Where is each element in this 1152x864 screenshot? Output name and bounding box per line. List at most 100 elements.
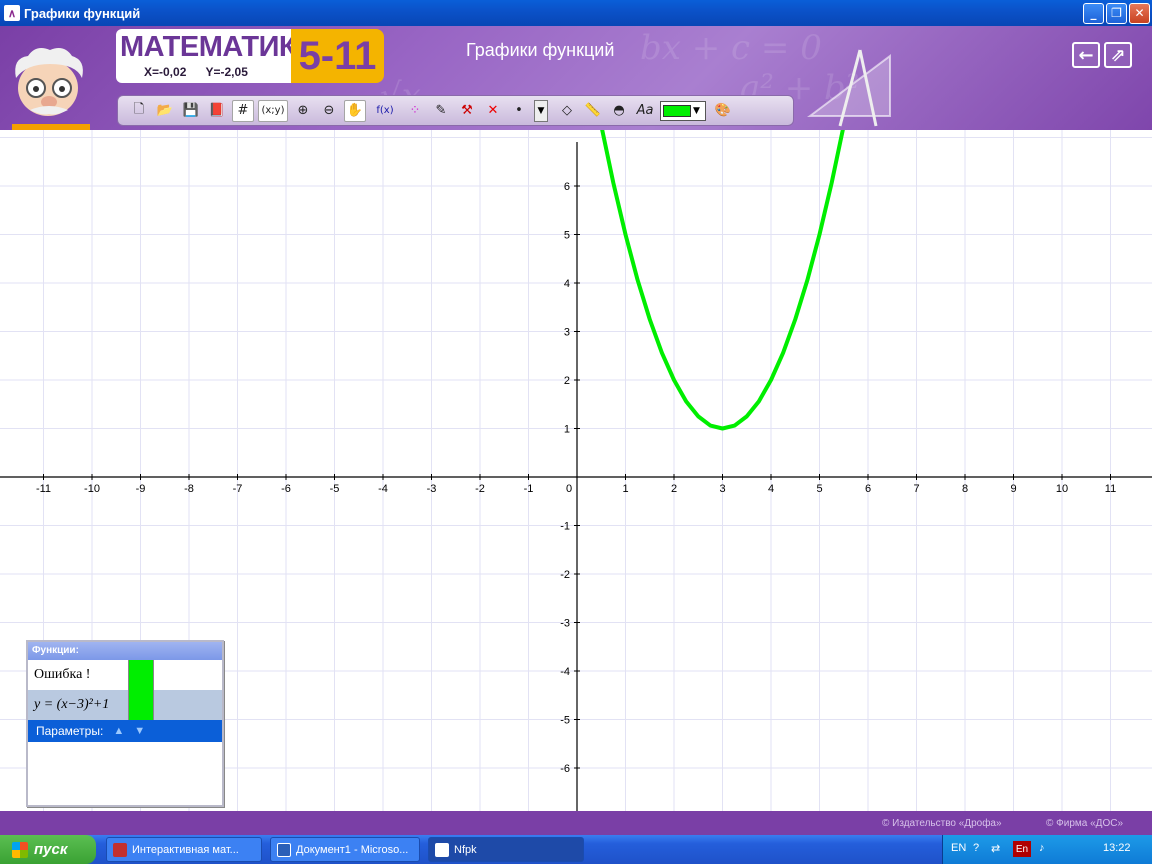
- close-button[interactable]: ✕: [1129, 2, 1150, 24]
- palette-icon: 🎨: [714, 103, 732, 118]
- x-tick-label: -7: [233, 483, 243, 495]
- functions-panel-header: Функции:: [28, 642, 222, 660]
- minimize-button[interactable]: _: [1083, 2, 1104, 24]
- help-icon[interactable]: ?: [973, 842, 979, 854]
- points-button[interactable]: ⁘: [404, 100, 426, 122]
- point-style-dropdown[interactable]: ▼: [534, 99, 548, 122]
- publisher-credit: © Издательство «Дрофа»: [882, 818, 1002, 829]
- protractor-button[interactable]: ◓: [608, 100, 630, 122]
- new-file-button[interactable]: 🗋: [128, 100, 150, 122]
- grid-icon: #: [237, 103, 249, 118]
- expand-button[interactable]: ⇗: [1104, 42, 1132, 68]
- x-tick-label: -8: [184, 483, 194, 495]
- parameters-bar[interactable]: Параметры: ▲ ▼: [28, 720, 222, 742]
- chevron-down-icon: ▼: [537, 105, 545, 116]
- hammer-icon: ⚒: [461, 103, 473, 118]
- point-style-button[interactable]: •: [508, 100, 530, 122]
- start-button[interactable]: пуск: [0, 835, 96, 864]
- eraser-button[interactable]: ◇: [556, 100, 578, 122]
- app-icon: [435, 842, 449, 857]
- x-tick-label: 6: [865, 483, 871, 495]
- keyboard-layout-icon[interactable]: En: [1013, 841, 1031, 857]
- word-document-icon: [277, 842, 291, 857]
- logo-grades: 5-11: [291, 29, 384, 83]
- delete-button[interactable]: ✕: [482, 100, 504, 122]
- x-tick-label: 0: [566, 483, 572, 495]
- company-credit: © Фирма «ДОС»: [1046, 818, 1124, 829]
- x-tick-label: -1: [524, 483, 534, 495]
- arrow-up-icon[interactable]: ▲: [113, 725, 124, 737]
- system-tray: EN ? ⇄ En ♪ 13:22: [942, 835, 1152, 864]
- protractor-icon: ◓: [613, 103, 625, 118]
- open-file-button[interactable]: 📂: [154, 100, 176, 122]
- pen-icon: ✎: [435, 103, 447, 118]
- x-tick-label: 2: [671, 483, 677, 495]
- app-icon: [113, 842, 127, 857]
- book-icon: 📕: [208, 103, 226, 118]
- x-tick-label: -5: [330, 483, 340, 495]
- function-color-swatch[interactable]: [128, 660, 154, 690]
- x-tick-label: -11: [36, 483, 51, 495]
- x-tick-label: -9: [136, 483, 146, 495]
- language-indicator[interactable]: EN: [951, 842, 966, 854]
- x-tick-label: 11: [1105, 483, 1116, 495]
- y-tick-label: -4: [560, 666, 570, 678]
- toolbar: 🗋 📂 💾 📕 # (x;y) ⊕ ⊖ ✋ f(x) ⁘ ✎ ⚒ ✕ • ▼ ◇…: [117, 95, 794, 126]
- parameters-label: Параметры:: [36, 724, 104, 738]
- floppy-icon: 💾: [182, 103, 200, 118]
- zoom-out-button[interactable]: ⊖: [318, 100, 340, 122]
- app-title: Графики функций: [466, 40, 615, 60]
- back-button[interactable]: ←: [1072, 42, 1100, 68]
- taskbar-item[interactable]: Nfpk: [428, 837, 584, 862]
- palette-button[interactable]: 🎨: [712, 100, 734, 122]
- x-tick-label: -6: [281, 483, 291, 495]
- line-color-select[interactable]: ▼: [660, 100, 706, 121]
- formula-decoration: bx + c = 0: [640, 28, 822, 68]
- logo-title: МАТЕМАТИКА: [120, 31, 317, 63]
- book-button[interactable]: 📕: [206, 100, 228, 122]
- function-row[interactable]: y = (x−3)²+1: [28, 690, 222, 720]
- points-icon: ⁘: [409, 103, 421, 118]
- open-folder-icon: 📂: [156, 103, 174, 118]
- text-button[interactable]: Aa: [634, 100, 656, 122]
- tools-button[interactable]: ⚒: [456, 100, 478, 122]
- function-color-swatch[interactable]: [128, 690, 154, 720]
- draw-button[interactable]: ✎: [430, 100, 452, 122]
- professor-mascot-icon: [12, 48, 90, 130]
- x-tick-label: 8: [962, 483, 968, 495]
- cursor-x: X=-0,02: [144, 65, 187, 79]
- arrow-down-icon[interactable]: ▼: [134, 725, 145, 737]
- zoom-out-icon: ⊖: [323, 103, 335, 118]
- x-tick-label: -2: [475, 483, 485, 495]
- restore-button[interactable]: ❐: [1106, 2, 1127, 24]
- window-titlebar[interactable]: ∧ Графики функций _ ❐ ✕: [0, 0, 1152, 26]
- volume-icon[interactable]: ♪: [1039, 842, 1045, 854]
- clock: 13:22: [1103, 842, 1131, 854]
- function-row[interactable]: Ошибка !: [28, 660, 222, 690]
- coords-toggle-button[interactable]: (x;y): [258, 99, 288, 122]
- x-tick-label: 9: [1010, 483, 1016, 495]
- taskbar-item-label: Интерактивная мат...: [132, 843, 239, 856]
- x-tick-label: -3: [427, 483, 437, 495]
- window-title: Графики функций: [24, 5, 141, 21]
- ruler-button[interactable]: 📏: [582, 100, 604, 122]
- network-icon[interactable]: ⇄: [991, 842, 1000, 855]
- y-tick-label: 4: [564, 278, 570, 290]
- y-tick-label: -3: [560, 618, 570, 630]
- save-button[interactable]: 💾: [180, 100, 202, 122]
- y-tick-label: 6: [564, 181, 570, 193]
- expand-icon: ⇗: [1110, 44, 1126, 66]
- add-function-button[interactable]: f(x): [370, 100, 400, 122]
- x-tick-label: 1: [622, 483, 628, 495]
- pan-button[interactable]: ✋: [344, 99, 366, 122]
- taskbar-item[interactable]: Интерактивная мат...: [106, 837, 262, 862]
- x-tick-label: 7: [913, 483, 919, 495]
- zoom-in-button[interactable]: ⊕: [292, 100, 314, 122]
- cursor-coordinates: X=-0,02 Y=-2,05: [144, 65, 264, 79]
- grid-toggle-button[interactable]: #: [232, 99, 254, 122]
- function-text: Ошибка !: [34, 667, 91, 682]
- taskbar-item[interactable]: Документ1 - Microso...: [270, 837, 420, 862]
- y-tick-label: 3: [564, 327, 570, 339]
- y-tick-label: -1: [560, 521, 570, 533]
- taskbar-item-label: Документ1 - Microso...: [296, 843, 409, 856]
